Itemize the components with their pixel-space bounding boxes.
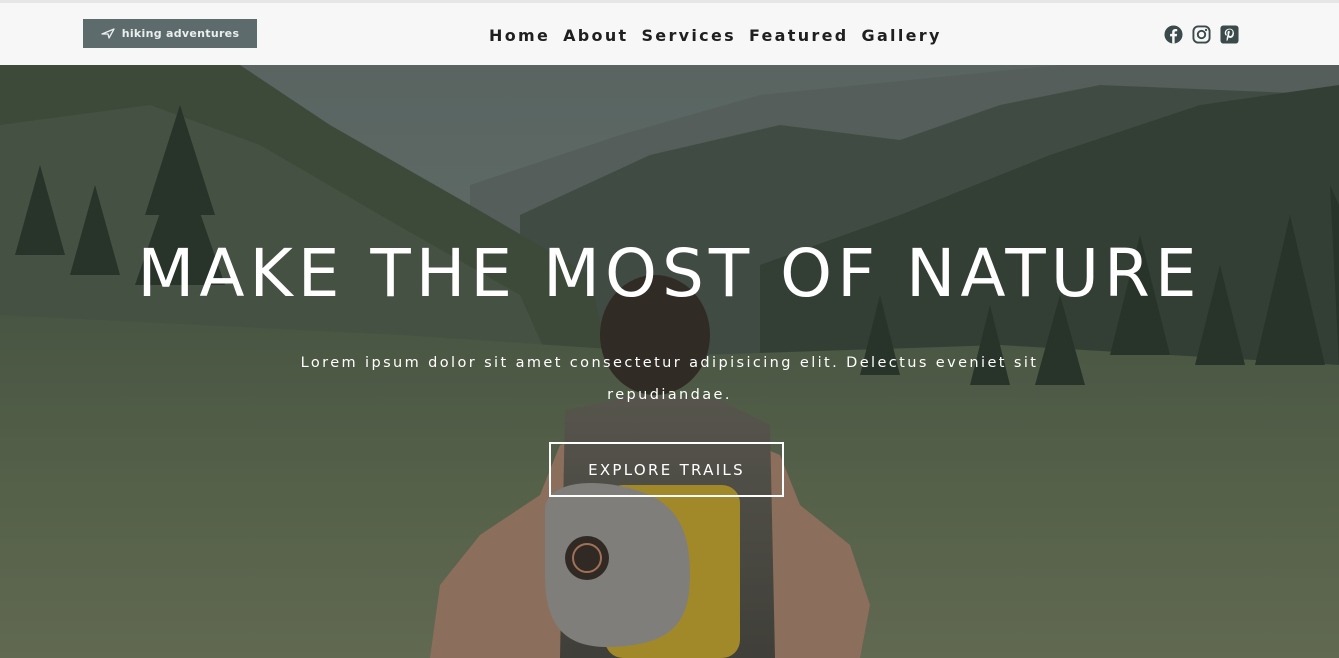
navbar: hiking adventures Home About Services Fe…: [0, 3, 1339, 65]
brand-logo[interactable]: hiking adventures: [83, 19, 257, 48]
explore-trails-button[interactable]: EXPLORE TRAILS: [549, 442, 784, 497]
hero-section: MAKE THE MOST OF NATURE Lorem ipsum dolo…: [0, 65, 1339, 658]
nav-about-link[interactable]: About: [563, 26, 628, 45]
instagram-icon[interactable]: [1192, 25, 1211, 44]
hero-subtitle: Lorem ipsum dolor sit amet consectetur a…: [300, 355, 1039, 403]
nav-services-link[interactable]: Services: [641, 26, 735, 45]
nav-gallery-link[interactable]: Gallery: [862, 26, 942, 45]
brand-label: hiking adventures: [121, 27, 240, 40]
pinterest-icon[interactable]: [1220, 25, 1239, 44]
paper-plane-icon: [101, 28, 115, 39]
nav-home-link[interactable]: Home: [489, 26, 550, 45]
social-links: [1164, 25, 1239, 44]
facebook-icon[interactable]: [1164, 25, 1183, 44]
nav-featured-link[interactable]: Featured: [749, 26, 849, 45]
main-nav: Home About Services Featured Gallery: [489, 23, 942, 47]
hero-title: MAKE THE MOST OF NATURE: [137, 235, 1202, 312]
